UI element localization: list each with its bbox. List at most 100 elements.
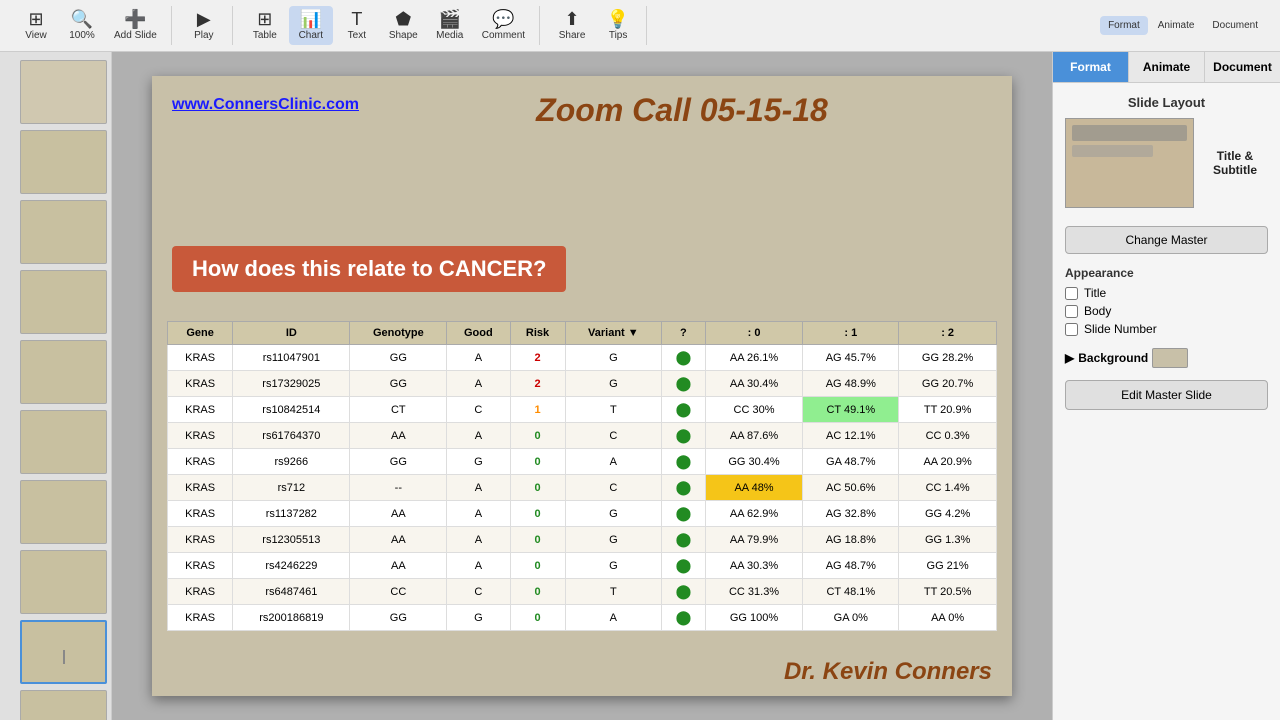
- cell-col2: TT 20.9%: [899, 397, 997, 423]
- slide-thumb-6[interactable]: [20, 410, 107, 474]
- cell-question: ⬤: [662, 501, 706, 527]
- zoom-button[interactable]: 🔍 100%: [60, 6, 104, 45]
- table-button[interactable]: ⊞ Table: [243, 6, 287, 45]
- add-slide-icon: ➕: [124, 10, 146, 28]
- table-body: KRAS rs11047901 GG A 2 G ⬤ AA 26.1% AG 4…: [168, 345, 997, 631]
- slide-row-10: 10: [4, 690, 107, 720]
- slide-thumb-9[interactable]: [20, 620, 107, 684]
- section-title: Slide Layout: [1065, 95, 1268, 110]
- col-genotype: Genotype: [350, 322, 447, 345]
- cell-risk: 0: [510, 423, 565, 449]
- format-tab-btn[interactable]: Format: [1100, 16, 1148, 35]
- background-chevron: ▶: [1065, 351, 1074, 365]
- cell-id: rs10842514: [233, 397, 350, 423]
- cell-good: A: [447, 501, 510, 527]
- main-layout: 1 2 3 4 5 6 7: [0, 52, 1280, 720]
- cell-id: rs9266: [233, 449, 350, 475]
- cell-genotype: CT: [350, 397, 447, 423]
- slide-thumb-2[interactable]: [20, 130, 107, 194]
- cell-genotype: GG: [350, 371, 447, 397]
- cell-col2: GG 4.2%: [899, 501, 997, 527]
- tab-animate[interactable]: Animate: [1129, 52, 1205, 82]
- cell-good: A: [447, 371, 510, 397]
- cell-genotype: AA: [350, 527, 447, 553]
- cell-risk: 2: [510, 345, 565, 371]
- animate-tab-btn[interactable]: Animate: [1150, 16, 1203, 35]
- table-row: KRAS rs17329025 GG A 2 G ⬤ AA 30.4% AG 4…: [168, 371, 997, 397]
- comment-label: Comment: [482, 30, 525, 41]
- media-button[interactable]: 🎬 Media: [428, 6, 472, 45]
- cell-risk: 0: [510, 605, 565, 631]
- col-gene: Gene: [168, 322, 233, 345]
- document-tab-btn[interactable]: Document: [1204, 16, 1266, 35]
- text-button[interactable]: T Text: [335, 6, 379, 45]
- tab-format[interactable]: Format: [1053, 52, 1129, 82]
- slide-row-8: 8: [4, 550, 107, 616]
- play-button[interactable]: ▶ Play: [182, 6, 226, 45]
- cell-variant: G: [565, 527, 662, 553]
- slide-thumb-1[interactable]: [20, 60, 107, 124]
- slide-thumb-10[interactable]: [20, 690, 107, 720]
- slide-thumb-7[interactable]: [20, 480, 107, 544]
- cell-col2: AA 0%: [899, 605, 997, 631]
- tips-button[interactable]: 💡 Tips: [596, 6, 640, 45]
- zoom-label: 100%: [69, 30, 95, 41]
- comment-icon: 💬: [492, 10, 514, 28]
- table-row: KRAS rs200186819 GG G 0 A ⬤ GG 100% GA 0…: [168, 605, 997, 631]
- add-slide-button[interactable]: ➕ Add Slide: [106, 6, 165, 45]
- cell-variant: A: [565, 449, 662, 475]
- background-swatch[interactable]: [1152, 348, 1188, 368]
- play-icon: ▶: [197, 10, 211, 28]
- cell-id: rs1137282: [233, 501, 350, 527]
- slide-data-table: Gene ID Genotype Good Risk Variant ▼ ? :…: [167, 321, 997, 631]
- view-label: View: [25, 30, 47, 41]
- slide-row-5: 5: [4, 340, 107, 406]
- canvas-area: www.ConnersClinic.com Zoom Call 05-15-18…: [112, 52, 1052, 720]
- chart-button[interactable]: 📊 Chart: [289, 6, 333, 45]
- slide-row-3: 3: [4, 200, 107, 266]
- table-header-row: Gene ID Genotype Good Risk Variant ▼ ? :…: [168, 322, 997, 345]
- table-label: Table: [253, 30, 277, 41]
- cell-gene: KRAS: [168, 605, 233, 631]
- comment-button[interactable]: 💬 Comment: [474, 6, 533, 45]
- cell-variant: G: [565, 553, 662, 579]
- toolbar: ⊞ View 🔍 100% ➕ Add Slide ▶ Play ⊞ Table…: [0, 0, 1280, 52]
- slide-panel: 1 2 3 4 5 6 7: [0, 52, 112, 720]
- edit-master-button[interactable]: Edit Master Slide: [1065, 380, 1268, 410]
- share-button[interactable]: ⬆ Share: [550, 6, 594, 45]
- slide-thumb-8[interactable]: [20, 550, 107, 614]
- cell-col0: AA 87.6%: [705, 423, 803, 449]
- cell-col0: CC 31.3%: [705, 579, 803, 605]
- change-master-button[interactable]: Change Master: [1065, 226, 1268, 254]
- shape-button[interactable]: ⬟ Shape: [381, 6, 426, 45]
- add-slide-label: Add Slide: [114, 30, 157, 41]
- body-checkbox[interactable]: [1065, 305, 1078, 318]
- panel-content: Slide Layout Title & Subtitle Change Mas…: [1053, 83, 1280, 422]
- background-header[interactable]: ▶ Background: [1065, 348, 1268, 368]
- tips-label: Tips: [609, 30, 628, 41]
- background-section: ▶ Background: [1065, 348, 1268, 368]
- cell-question: ⬤: [662, 475, 706, 501]
- slide-number-checkbox-row: Slide Number: [1065, 322, 1268, 336]
- slide-thumb-5[interactable]: [20, 340, 107, 404]
- cell-col2: CC 0.3%: [899, 423, 997, 449]
- slide-thumb-4[interactable]: [20, 270, 107, 334]
- slide-number-checkbox[interactable]: [1065, 323, 1078, 336]
- cell-col1: AG 32.8%: [803, 501, 899, 527]
- col-0: : 0: [705, 322, 803, 345]
- slide-thumb-3[interactable]: [20, 200, 107, 264]
- cell-col2: CC 1.4%: [899, 475, 997, 501]
- cell-risk: 2: [510, 371, 565, 397]
- title-checkbox[interactable]: [1065, 287, 1078, 300]
- shape-icon: ⬟: [395, 10, 411, 28]
- table-row: KRAS rs9266 GG G 0 A ⬤ GG 30.4% GA 48.7%…: [168, 449, 997, 475]
- cell-question: ⬤: [662, 527, 706, 553]
- view-button[interactable]: ⊞ View: [14, 6, 58, 45]
- cell-variant: T: [565, 579, 662, 605]
- play-group: ▶ Play: [176, 6, 233, 45]
- cell-gene: KRAS: [168, 501, 233, 527]
- cell-risk: 0: [510, 527, 565, 553]
- share-icon: ⬆: [565, 10, 580, 28]
- tab-document[interactable]: Document: [1205, 52, 1280, 82]
- title-check-label: Title: [1084, 286, 1106, 300]
